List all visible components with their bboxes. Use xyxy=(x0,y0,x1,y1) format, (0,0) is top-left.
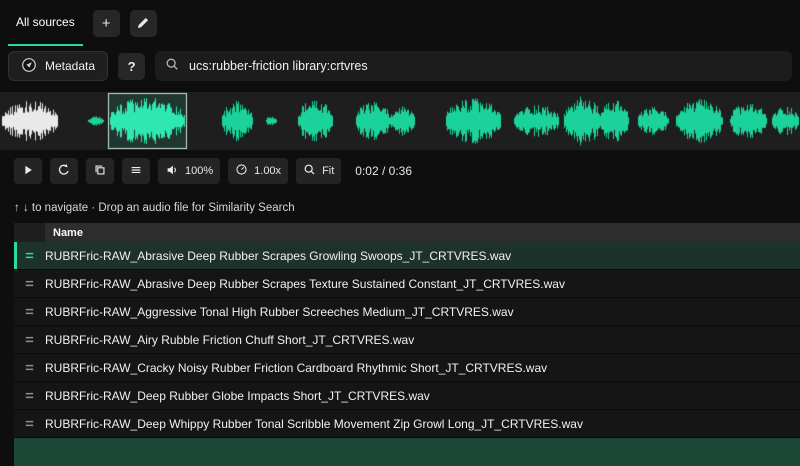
zoom-icon xyxy=(303,163,316,179)
file-name: RUBRFric-RAW_Abrasive Deep Rubber Scrape… xyxy=(45,277,565,291)
column-header-name[interactable]: Name xyxy=(45,223,800,242)
file-name: RUBRFric-RAW_Abrasive Deep Rubber Scrape… xyxy=(45,249,511,263)
play-icon xyxy=(21,163,35,180)
metadata-icon xyxy=(21,57,37,76)
file-name: RUBRFric-RAW_Airy Rubble Friction Chuff … xyxy=(45,333,414,347)
drag-handle-icon[interactable] xyxy=(14,417,45,430)
speed-gauge-icon xyxy=(235,163,248,179)
speed-value: 1.00x xyxy=(254,165,281,177)
zoom-mode-label: Fit xyxy=(322,165,334,177)
tab-all-sources-label: All sources xyxy=(16,15,75,29)
speed-button[interactable]: 1.00x xyxy=(228,158,288,184)
menu-lines-icon xyxy=(129,163,143,180)
edit-button[interactable] xyxy=(130,10,157,37)
drag-handle-icon[interactable] xyxy=(14,305,45,318)
tab-all-sources[interactable]: All sources xyxy=(8,0,83,46)
copy-icon xyxy=(93,163,107,180)
list-menu-button[interactable] xyxy=(122,158,150,184)
table-row[interactable]: RUBRFric-RAW_Abrasive Deep Rubber Scrape… xyxy=(14,270,800,298)
table-row[interactable]: RUBRFric-RAW_Abrasive Deep Rubber Scrape… xyxy=(14,242,800,270)
table-row[interactable]: RUBRFric-RAW_Cracky Noisy Rubber Frictio… xyxy=(14,354,800,382)
navigation-hint: ↑ ↓ to navigate · Drop an audio file for… xyxy=(14,202,800,214)
table-row[interactable]: RUBRFric-RAW_Deep Whippy Rubber Tonal Sc… xyxy=(14,410,800,438)
speaker-icon xyxy=(165,163,179,180)
drag-handle-icon[interactable] xyxy=(14,277,45,290)
toolbar: Metadata ? xyxy=(0,46,800,86)
add-source-button[interactable]: + xyxy=(93,10,120,37)
zoom-fit-button[interactable]: Fit xyxy=(296,158,341,184)
help-button[interactable]: ? xyxy=(118,53,145,80)
waveform-display[interactable] xyxy=(0,92,800,150)
drag-handle-icon[interactable] xyxy=(14,333,45,346)
search-input[interactable] xyxy=(187,58,782,74)
table-row[interactable]: RUBRFric-RAW_Airy Rubble Friction Chuff … xyxy=(14,326,800,354)
pencil-icon xyxy=(136,16,150,30)
volume-button[interactable]: 100% xyxy=(158,158,220,184)
partial-next-row[interactable] xyxy=(14,438,800,466)
drag-handle-icon[interactable] xyxy=(14,389,45,402)
duplicate-button[interactable] xyxy=(86,158,114,184)
drag-handle-column-header xyxy=(14,223,45,242)
file-name: RUBRFric-RAW_Aggressive Tonal High Rubbe… xyxy=(45,305,514,319)
time-display: 0:02 / 0:36 xyxy=(355,164,412,178)
file-name: RUBRFric-RAW_Cracky Noisy Rubber Frictio… xyxy=(45,361,547,375)
metadata-label: Metadata xyxy=(45,59,95,73)
play-button[interactable] xyxy=(14,158,42,184)
file-name: RUBRFric-RAW_Deep Rubber Globe Impacts S… xyxy=(45,389,430,403)
metadata-button[interactable]: Metadata xyxy=(8,51,108,81)
file-name: RUBRFric-RAW_Deep Whippy Rubber Tonal Sc… xyxy=(45,417,583,431)
table-row[interactable]: RUBRFric-RAW_Deep Rubber Globe Impacts S… xyxy=(14,382,800,410)
app-window: All sources + Metadata ? xyxy=(0,0,800,466)
search-icon xyxy=(165,57,179,76)
drag-handle-icon[interactable] xyxy=(14,249,45,262)
top-tab-bar: All sources + xyxy=(0,0,800,46)
volume-value: 100% xyxy=(185,165,213,177)
file-list: RUBRFric-RAW_Abrasive Deep Rubber Scrape… xyxy=(14,242,800,438)
table-header: Name xyxy=(14,223,800,242)
waveform-canvas[interactable] xyxy=(0,92,800,150)
transport-bar: 100% 1.00x Fit 0:02 / 0:36 xyxy=(0,150,800,184)
search-bar[interactable] xyxy=(155,51,792,81)
drag-handle-icon[interactable] xyxy=(14,361,45,374)
plus-icon: + xyxy=(102,16,111,31)
loop-icon xyxy=(57,163,71,180)
help-icon: ? xyxy=(128,60,136,73)
results-table: Name RUBRFric-RAW_Abrasive Deep Rubber S… xyxy=(14,223,800,466)
loop-button[interactable] xyxy=(50,158,78,184)
table-row[interactable]: RUBRFric-RAW_Aggressive Tonal High Rubbe… xyxy=(14,298,800,326)
